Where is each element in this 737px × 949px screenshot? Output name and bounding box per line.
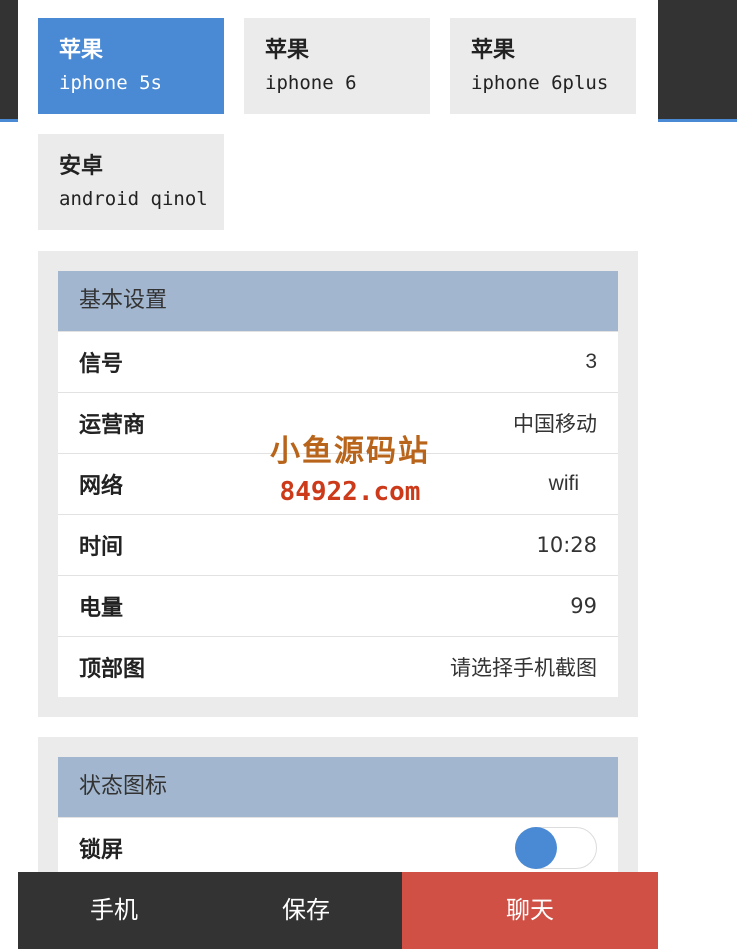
setting-row-signal[interactable]: 信号 3 [58, 331, 618, 392]
setting-row-top-image[interactable]: 顶部图 请选择手机截图 [58, 636, 618, 697]
model-brand: 安卓 [59, 154, 104, 179]
network-value[interactable]: wifi [549, 472, 579, 496]
time-value[interactable]: 10:28 [536, 533, 597, 557]
model-name: android qinol [59, 188, 208, 210]
setting-label: 顶部图 [79, 657, 146, 682]
top-image-picker[interactable]: 请选择手机截图 [450, 652, 597, 682]
setting-row-time[interactable]: 时间 10:28 [58, 514, 618, 575]
model-tile-iphone-5s[interactable]: 苹果 iphone 5s [38, 18, 224, 114]
background-header-left [0, 0, 18, 122]
setting-label: 锁屏 [79, 838, 124, 863]
phone-button[interactable]: 手机 [18, 872, 210, 949]
model-name: iphone 5s [59, 72, 162, 94]
battery-value[interactable]: 99 [570, 594, 597, 618]
model-brand: 苹果 [265, 38, 310, 63]
setting-label: 网络 [79, 474, 124, 499]
lock-screen-toggle[interactable] [515, 827, 597, 869]
model-name: iphone 6 [265, 72, 357, 94]
signal-value[interactable]: 3 [585, 350, 597, 374]
model-brand: 苹果 [471, 38, 516, 63]
setting-label: 运营商 [79, 413, 146, 438]
background-header-right [658, 0, 737, 122]
setting-label: 时间 [79, 535, 124, 560]
phone-settings-page: 苹果 iphone 5s 苹果 iphone 6 苹果 iphone 6plus… [18, 0, 658, 949]
toggle-knob [515, 827, 557, 869]
setting-row-network[interactable]: 网络 wifi [58, 453, 618, 514]
model-brand: 苹果 [59, 38, 104, 63]
basic-settings-panel: 基本设置 信号 3 运营商 中国移动 网络 wifi 时间 10:28 电量 9… [38, 251, 638, 717]
carrier-value[interactable]: 中国移动 [513, 408, 597, 438]
setting-row-battery[interactable]: 电量 99 [58, 575, 618, 636]
save-button[interactable]: 保存 [210, 872, 402, 949]
bottom-nav: 手机 保存 聊天 [18, 872, 658, 949]
status-icons-title: 状态图标 [58, 757, 618, 817]
basic-settings-title: 基本设置 [58, 271, 618, 331]
model-tile-iphone-6plus[interactable]: 苹果 iphone 6plus [450, 18, 636, 114]
model-tile-iphone-6[interactable]: 苹果 iphone 6 [244, 18, 430, 114]
setting-row-carrier[interactable]: 运营商 中国移动 [58, 392, 618, 453]
chat-button[interactable]: 聊天 [402, 872, 658, 949]
setting-label: 信号 [79, 352, 124, 377]
setting-row-lock-screen: 锁屏 [58, 817, 618, 878]
model-tile-android-qinol[interactable]: 安卓 android qinol [38, 134, 224, 230]
setting-label: 电量 [79, 596, 124, 621]
model-name: iphone 6plus [471, 72, 609, 94]
